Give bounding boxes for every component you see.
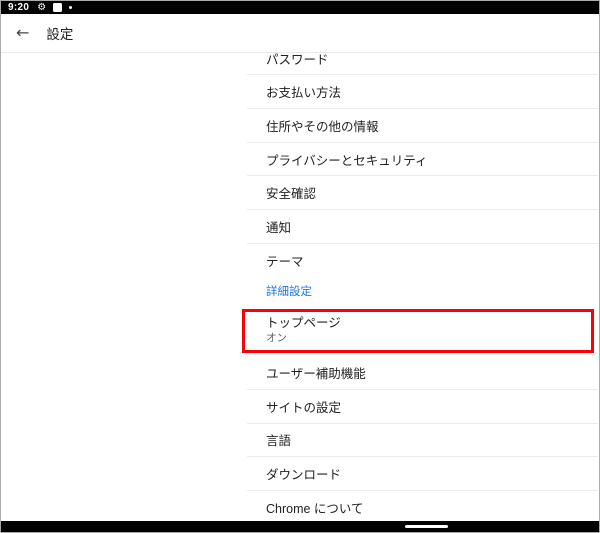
item-label: お支払い方法: [266, 86, 342, 101]
item-label: テーマ: [266, 255, 304, 270]
back-arrow-icon: ←: [16, 23, 30, 42]
item-label: トップページ: [266, 315, 341, 330]
item-label: ユーザー補助機能: [266, 367, 366, 382]
advanced-settings-link[interactable]: 詳細設定: [247, 278, 598, 305]
item-label: パスワード: [266, 52, 329, 67]
notification-dot-icon: [69, 6, 73, 9]
item-label: プライバシーとセキュリティ: [266, 153, 428, 168]
page-title: 設定: [46, 27, 74, 42]
item-label: ダウンロード: [266, 468, 342, 483]
settings-item-accessibility[interactable]: ユーザー補助機能: [247, 356, 598, 390]
status-bar: 9:20 ⚙: [1, 1, 599, 14]
settings-item-about-chrome[interactable]: Chrome について: [247, 490, 598, 525]
item-label: Chrome について: [266, 502, 364, 517]
settings-item-notifications[interactable]: 通知: [247, 210, 598, 244]
settings-item-payment-methods[interactable]: お支払い方法: [247, 75, 598, 110]
highlight-annotation-box: トップページ オン: [242, 308, 594, 353]
advanced-label: 詳細設定: [266, 286, 312, 299]
settings-item-homepage[interactable]: トップページ オン: [245, 312, 591, 350]
home-indicator[interactable]: [405, 525, 448, 528]
back-button[interactable]: ←: [16, 25, 29, 41]
item-label: 言語: [266, 434, 292, 449]
app-notification-square-icon: [53, 3, 63, 12]
device-screen: 9:20 ⚙ ← 設定 パスワード お支払い方法 住所やその他の情報 プライバシ…: [0, 0, 600, 533]
item-status: オン: [266, 332, 287, 345]
item-label: 通知: [266, 220, 292, 235]
settings-item-site-settings[interactable]: サイトの設定: [247, 389, 598, 424]
gesture-nav-bar: [1, 521, 599, 532]
item-label: 安全確認: [266, 187, 317, 202]
settings-item-addresses[interactable]: 住所やその他の情報: [247, 109, 598, 143]
settings-item-downloads[interactable]: ダウンロード: [247, 457, 598, 491]
settings-item-privacy-security[interactable]: プライバシーとセキュリティ: [247, 142, 598, 177]
status-time: 9:20: [8, 2, 30, 13]
gear-icon: ⚙: [37, 1, 47, 13]
settings-list: パスワード お支払い方法 住所やその他の情報 プライバシーとセキュリティ 安全確…: [242, 53, 598, 525]
item-label: 住所やその他の情報: [266, 119, 379, 134]
settings-item-safety-check[interactable]: 安全確認: [247, 176, 598, 211]
settings-item-languages[interactable]: 言語: [247, 423, 598, 458]
settings-item-passwords[interactable]: パスワード: [247, 42, 598, 76]
item-label: サイトの設定: [266, 400, 342, 415]
settings-item-theme[interactable]: テーマ: [247, 243, 598, 278]
